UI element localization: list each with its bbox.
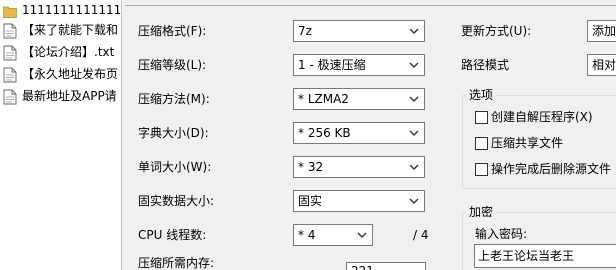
dictionary-size-label: 字典大小(D): <box>138 126 209 140</box>
password-label: 输入密码: <box>475 227 528 241</box>
chevron-down-icon <box>409 198 419 204</box>
chevron-down-icon <box>409 130 419 136</box>
file-list-item[interactable]: 最新地址及APP请 <box>0 86 121 108</box>
solid-block-select[interactable]: 固实 <box>293 190 425 212</box>
chevron-down-icon <box>409 62 419 68</box>
cpu-threads-select[interactable]: * 4 <box>293 224 373 246</box>
file-name: 【永久地址发布页 <box>22 67 119 81</box>
file-name: 1111111111111 <box>22 3 122 17</box>
path-mode-label: 路径模式 <box>461 58 510 72</box>
compress-shared-checkbox[interactable] <box>475 137 488 150</box>
update-mode-value: 添加 <box>592 24 616 38</box>
password-value: 上老王论坛当老王 <box>478 249 575 263</box>
dialog-top-edge <box>125 0 616 6</box>
path-mode-value: 相对 <box>592 58 616 72</box>
word-size-select[interactable]: * 32 <box>293 156 425 178</box>
cpu-threads-label: CPU 线程数: <box>138 228 207 242</box>
text-file-icon <box>3 89 17 105</box>
format-label: 压缩格式(F): <box>138 24 207 38</box>
create-sfx-label: 创建自解压程序(X) <box>491 110 593 124</box>
file-name: 最新地址及APP请 <box>22 89 117 103</box>
format-select[interactable]: 7z <box>293 20 425 42</box>
text-file-icon <box>3 23 17 39</box>
word-size-value: * 32 <box>298 160 324 174</box>
cpu-threads-total: / 4 <box>413 228 429 242</box>
file-list-item[interactable]: 【来了就能下载和 <box>0 20 121 42</box>
level-value: 1 - 极速压缩 <box>298 58 366 72</box>
folder-icon <box>3 6 17 18</box>
delete-after-label: 操作完成后删除源文件 <box>491 162 612 176</box>
level-label: 压缩等级(L): <box>138 58 207 72</box>
memory-usage-value: 221 <box>351 264 374 270</box>
cpu-threads-value: * 4 <box>298 228 316 242</box>
password-input[interactable]: 上老王论坛当老王 <box>474 244 616 268</box>
file-name: 【来了就能下载和 <box>22 23 119 37</box>
word-size-label: 单词大小(W): <box>138 160 212 174</box>
method-value: * LZMA2 <box>298 92 349 106</box>
path-mode-select[interactable]: 相对 <box>587 54 616 76</box>
solid-block-value: 固实 <box>298 194 323 208</box>
delete-after-checkbox[interactable] <box>475 163 488 176</box>
create-sfx-checkbox[interactable] <box>475 111 488 124</box>
encryption-group-title: 加密 <box>466 204 497 220</box>
file-name: 【论坛介绍】.txt <box>22 45 115 59</box>
method-label: 压缩方法(M): <box>138 92 210 106</box>
chevron-down-icon <box>357 232 367 238</box>
update-mode-label: 更新方式(U): <box>461 24 532 38</box>
level-select[interactable]: 1 - 极速压缩 <box>293 54 425 76</box>
update-mode-select[interactable]: 添加 <box>587 20 616 42</box>
chevron-down-icon <box>409 96 419 102</box>
file-list-item[interactable]: 1111111111111 <box>0 0 122 22</box>
memory-usage-field: 221 <box>346 262 426 270</box>
compress-shared-label: 压缩共享文件 <box>491 136 564 150</box>
file-list-item[interactable]: 【论坛介绍】.txt <box>0 42 121 64</box>
solid-block-label: 固实数据大小: <box>138 194 215 208</box>
chevron-down-icon <box>409 28 419 34</box>
chevron-down-icon <box>409 164 419 170</box>
format-value: 7z <box>298 24 312 38</box>
file-list[interactable]: 1111111111111 【来了就能下载和 【论坛介绍】.txt 【永久地址发… <box>0 0 122 270</box>
dictionary-size-select[interactable]: * 256 KB <box>293 122 425 144</box>
dictionary-size-value: * 256 KB <box>298 126 351 140</box>
text-file-icon <box>3 67 17 83</box>
method-select[interactable]: * LZMA2 <box>293 88 425 110</box>
text-file-icon <box>3 45 17 61</box>
file-list-item[interactable]: 【永久地址发布页 <box>0 64 121 86</box>
options-group-title: 选项 <box>466 87 497 103</box>
memory-usage-label: 压缩所需内存: <box>138 256 215 270</box>
